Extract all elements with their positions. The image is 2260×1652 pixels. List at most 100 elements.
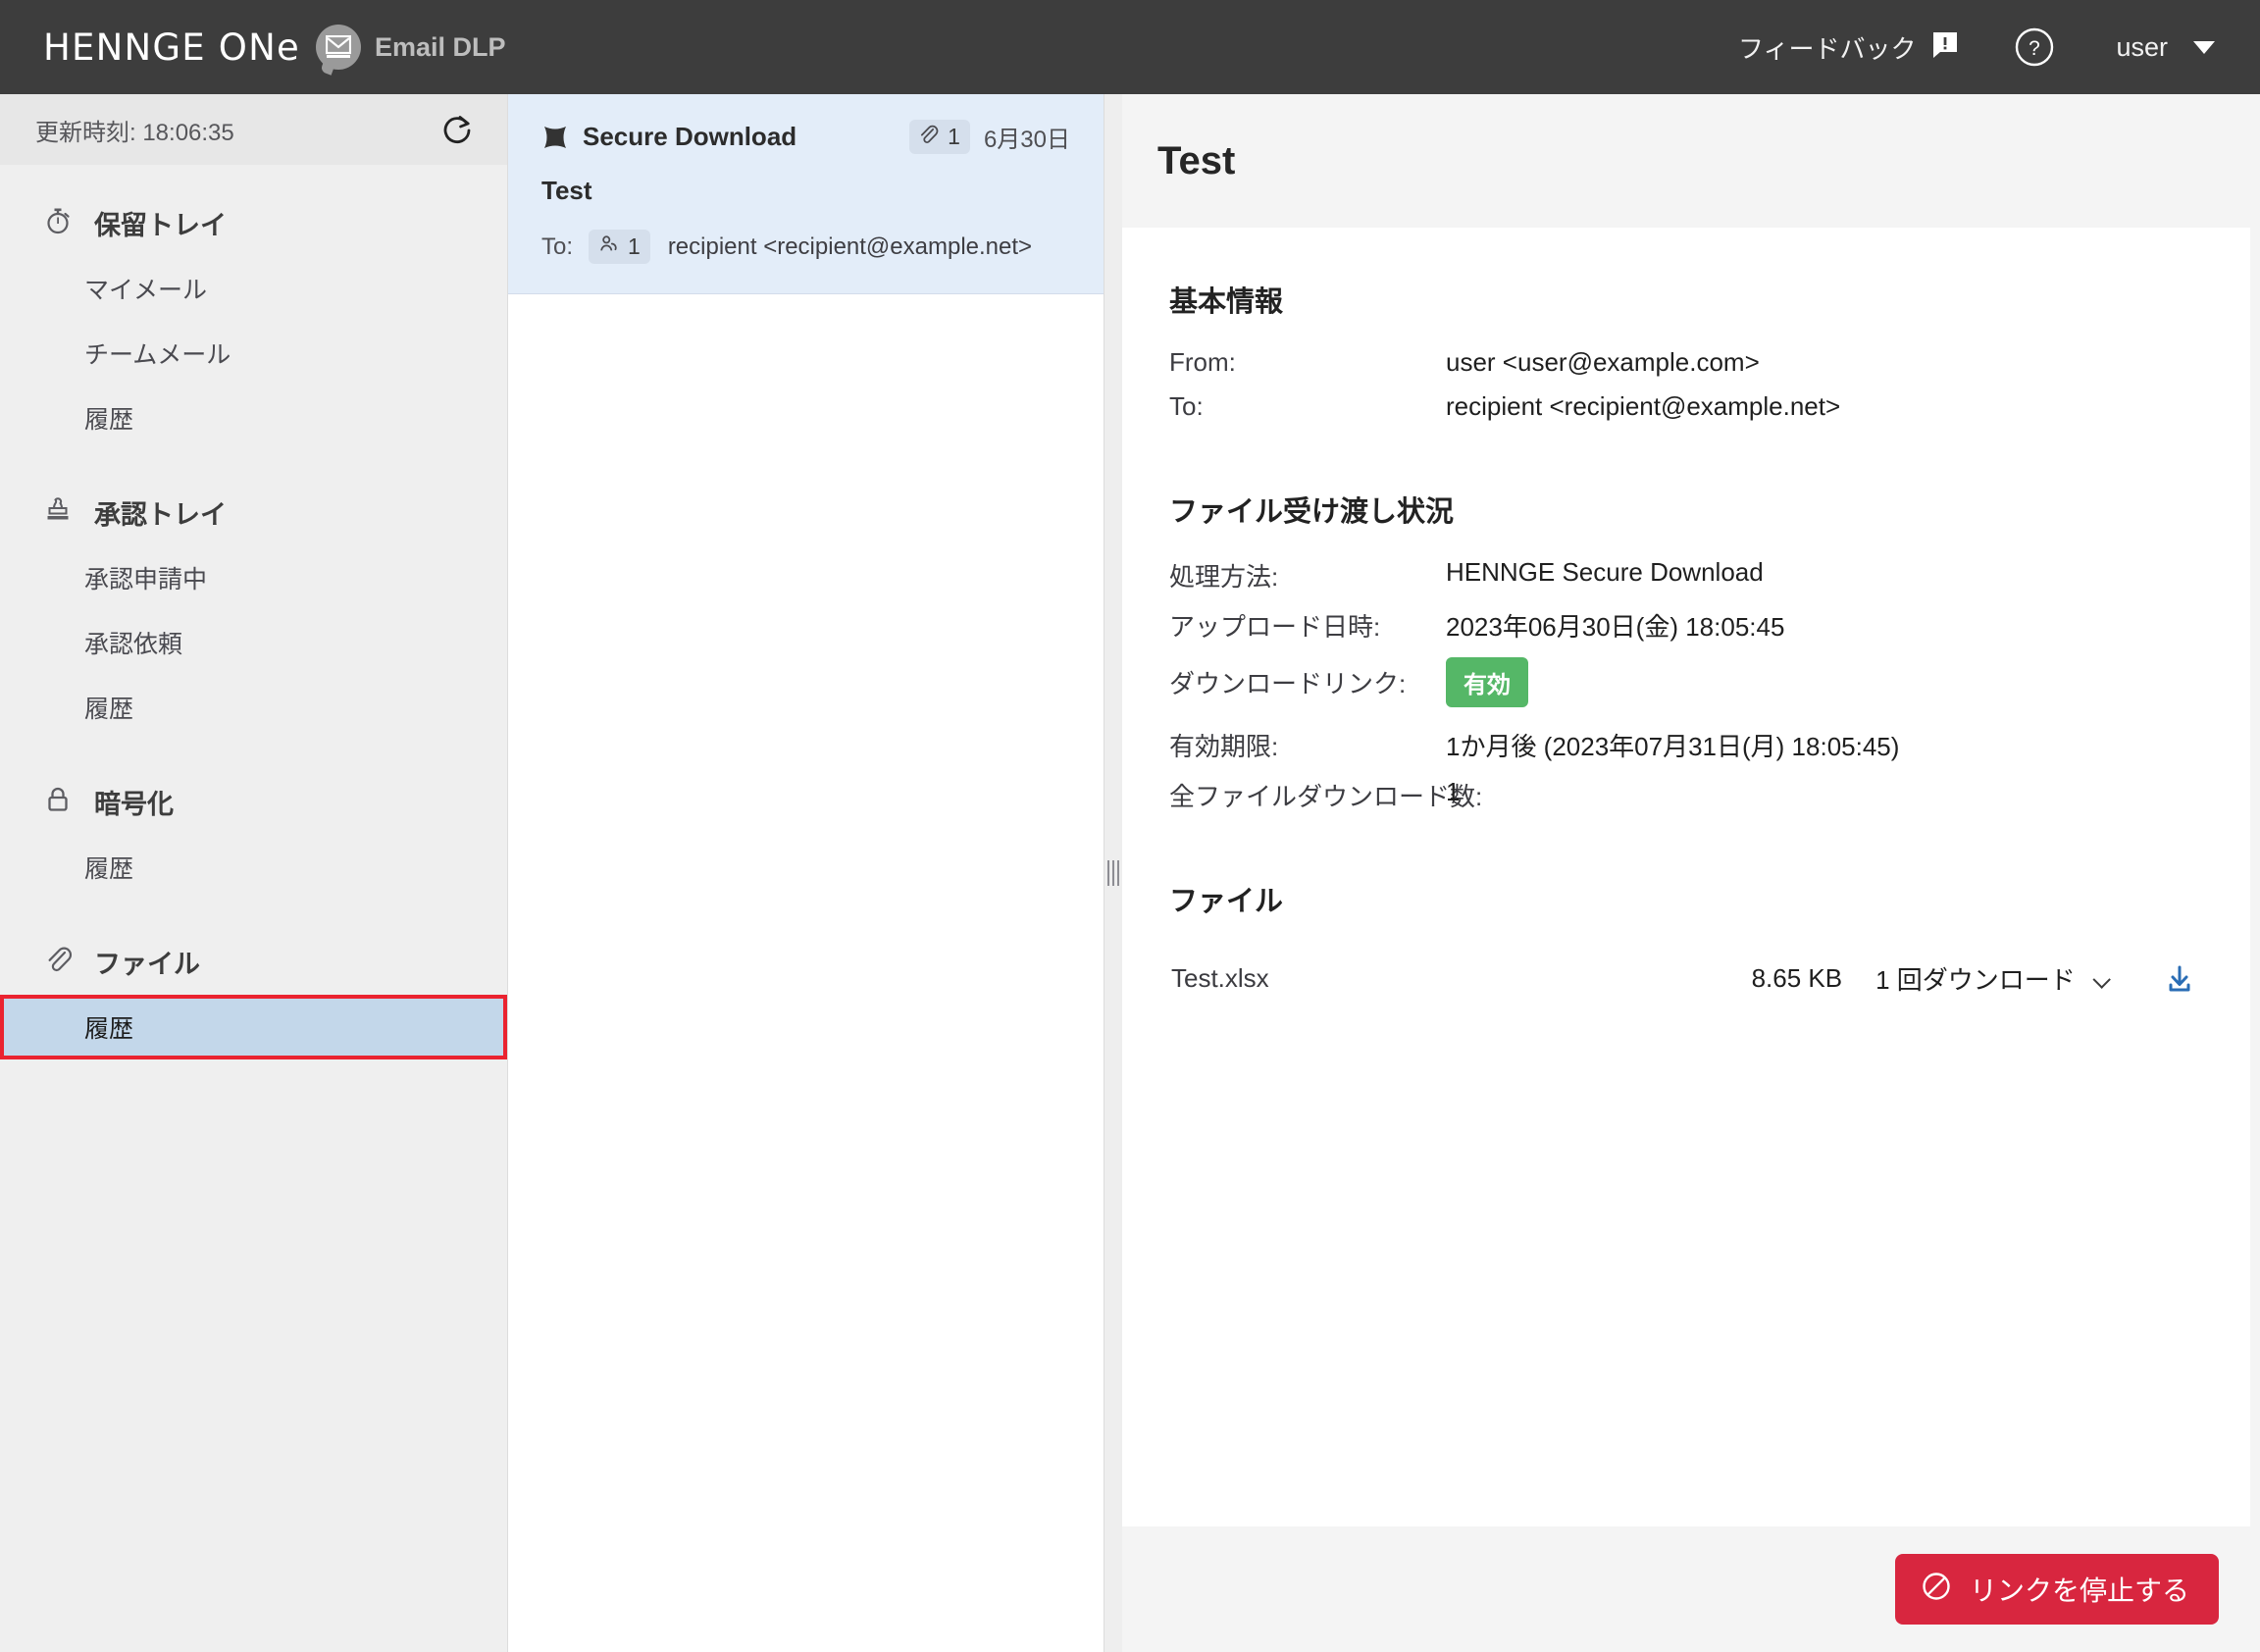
sidebar-item-my-mail[interactable]: マイメール <box>0 256 507 321</box>
recipient-count-chip: 1 <box>589 230 650 264</box>
detail-value: 1 <box>1446 777 1461 806</box>
nav-gap <box>0 746 507 769</box>
sidebar: 更新時刻: 18:06:35 保留トレイ マイメール チームメール 履歴 承認ト… <box>0 94 508 1652</box>
mail-card-recipient-row: To: 1 recipient <recipient@example.net> <box>541 230 1070 264</box>
detail-value: HENNGE Secure Download <box>1446 557 1764 587</box>
nav-group-header-hold-tray[interactable]: 保留トレイ <box>0 190 507 256</box>
nav-group-title: ファイル <box>94 950 200 979</box>
section-heading-files: ファイル <box>1169 886 1284 917</box>
nav-group-encryption: 暗号化 履歴 <box>0 769 507 900</box>
people-icon <box>598 233 620 260</box>
header-actions: フィードバック ? user <box>1738 26 2225 68</box>
chevron-down-icon <box>2092 970 2111 989</box>
brand: HENNGE ONe Email DLP <box>43 25 505 70</box>
page-title: Test <box>1157 138 1236 182</box>
sidebar-item-team-mail[interactable]: チームメール <box>0 321 507 386</box>
detail-footer: リンクを停止する <box>1122 1526 2260 1652</box>
detail-key: To: <box>1169 391 1204 421</box>
sidebar-item-file-history[interactable]: 履歴 <box>0 995 507 1059</box>
detail-content-card: 基本情報 From: user <user@example.com> To: r… <box>1122 228 2250 1526</box>
sidebar-item-approval-history[interactable]: 履歴 <box>0 675 507 740</box>
status-badge: 有効 <box>1446 657 1528 707</box>
detail-row-method: 処理方法: HENNGE Secure Download <box>1169 557 2203 594</box>
mail-icon <box>315 25 361 70</box>
feedback-comment-icon <box>1929 29 1961 66</box>
recipient-count: 1 <box>628 233 641 259</box>
file-list-item: Test.xlsx 8.65 KB 1 回ダウンロード <box>1169 953 2203 1005</box>
nav-group-file: ファイル 履歴 <box>0 929 507 1059</box>
detail-key: From: <box>1169 347 1236 377</box>
file-size: 8.65 KB <box>1751 963 1843 993</box>
stop-link-button[interactable]: リンクを停止する <box>1894 1554 2219 1625</box>
secure-download-icon <box>541 124 569 151</box>
user-name-label: user <box>2116 31 2168 62</box>
sidebar-item-approval-request[interactable]: 承認依頼 <box>0 610 507 675</box>
mail-subject: Test <box>541 176 592 205</box>
app-header: HENNGE ONe Email DLP フィードバック ? user <box>0 0 2260 94</box>
sidebar-item-approval-requesting[interactable]: 承認申請中 <box>0 545 507 610</box>
detail-key: アップロード日時: <box>1169 612 1381 642</box>
stopwatch-icon <box>43 206 73 240</box>
detail-value: user <user@example.com> <box>1446 347 1760 377</box>
user-menu[interactable]: user <box>2116 32 2225 63</box>
list-item[interactable]: Secure Download 1 6月30日 Test To: 1 recip… <box>508 94 1104 294</box>
detail-key: 有効期限: <box>1169 732 1279 761</box>
detail-row-to: To: recipient <recipient@example.net> <box>1169 391 2203 422</box>
caret-down-icon <box>2193 40 2215 54</box>
stamp-icon <box>43 495 73 530</box>
mail-date: 6月30日 <box>983 127 1070 153</box>
detail-row-upload-time: アップロード日時: 2023年06月30日(金) 18:05:45 <box>1169 607 2203 644</box>
attachment-count-chip: 1 <box>909 120 970 154</box>
detail-value: 1か月後 (2023年07月31日(月) 18:05:45) <box>1446 732 1900 761</box>
nav-group-header-encryption[interactable]: 暗号化 <box>0 769 507 835</box>
section-heading-transfer: ファイル受け渡し状況 <box>1169 496 1455 528</box>
nav-group-hold-tray: 保留トレイ マイメール チームメール 履歴 <box>0 190 507 450</box>
sidebar-item-encryption-history[interactable]: 履歴 <box>0 835 507 900</box>
nav-group-header-file[interactable]: ファイル <box>0 929 507 995</box>
recipient-address: recipient <recipient@example.net> <box>667 232 1033 260</box>
app-root: HENNGE ONe Email DLP フィードバック ? user 更新時刻… <box>0 0 2260 1652</box>
refresh-time-label: 更新時刻: 18:06:35 <box>35 119 234 146</box>
detail-key: 処理方法: <box>1169 562 1279 592</box>
brand-subtitle: Email DLP <box>374 31 506 62</box>
drag-handle-icon <box>1107 860 1119 886</box>
detail-key: ダウンロードリンク: <box>1169 669 1407 698</box>
nav-group-title: 暗号化 <box>94 790 174 819</box>
feedback-label: フィードバック <box>1737 33 1917 64</box>
nav-group-title: 承認トレイ <box>94 500 227 530</box>
attachment-count: 1 <box>948 124 960 149</box>
sidebar-item-hold-history[interactable]: 履歴 <box>0 386 507 450</box>
pane-splitter[interactable] <box>1104 94 1122 1652</box>
nav-group-title: 保留トレイ <box>94 211 227 240</box>
paperclip-icon <box>917 124 939 150</box>
file-name: Test.xlsx <box>1171 963 1269 993</box>
no-entry-icon <box>1921 1571 1952 1609</box>
file-download-count-toggle[interactable]: 1 回ダウンロード <box>1875 960 2111 997</box>
mail-list-pane: Secure Download 1 6月30日 Test To: 1 recip… <box>508 94 1104 1652</box>
feedback-button[interactable]: フィードバック <box>1738 29 1961 66</box>
refresh-icon[interactable] <box>435 107 480 152</box>
nav-group-header-approval-tray[interactable]: 承認トレイ <box>0 480 507 545</box>
nav-gap <box>0 456 507 480</box>
brand-logo-text: HENNGE ONe <box>43 26 300 69</box>
mail-card-top-row: Secure Download 1 6月30日 <box>541 120 1070 154</box>
help-circle-icon[interactable]: ? <box>2014 26 2055 68</box>
detail-key: 全ファイルダウンロード数: <box>1169 782 1483 811</box>
sidebar-toolbar: 更新時刻: 18:06:35 <box>0 94 507 165</box>
lock-icon <box>43 785 73 819</box>
sidebar-nav: 保留トレイ マイメール チームメール 履歴 承認トレイ 承認申請中 承認依頼 履… <box>0 165 507 1065</box>
file-download-count-label: 1 回ダウンロード <box>1875 965 2076 995</box>
nav-group-approval-tray: 承認トレイ 承認申請中 承認依頼 履歴 <box>0 480 507 740</box>
detail-header: Test <box>1122 94 2260 228</box>
download-icon[interactable] <box>2162 961 2197 997</box>
detail-value: recipient <recipient@example.net> <box>1446 391 1841 421</box>
body-row: 更新時刻: 18:06:35 保留トレイ マイメール チームメール 履歴 承認ト… <box>0 94 2260 1652</box>
detail-row-total-downloads: 全ファイルダウンロード数: 1 <box>1169 777 2203 813</box>
detail-row-expiry: 有効期限: 1か月後 (2023年07月31日(月) 18:05:45) <box>1169 727 2203 763</box>
mail-type-label: Secure Download <box>583 122 797 151</box>
detail-pane: Test 基本情報 From: user <user@example.com> … <box>1122 94 2260 1652</box>
section-heading-basic: 基本情報 <box>1169 286 1284 318</box>
stop-link-button-label: リンクを停止する <box>1969 1575 2189 1606</box>
to-label: To: <box>541 232 574 260</box>
nav-gap <box>0 905 507 929</box>
